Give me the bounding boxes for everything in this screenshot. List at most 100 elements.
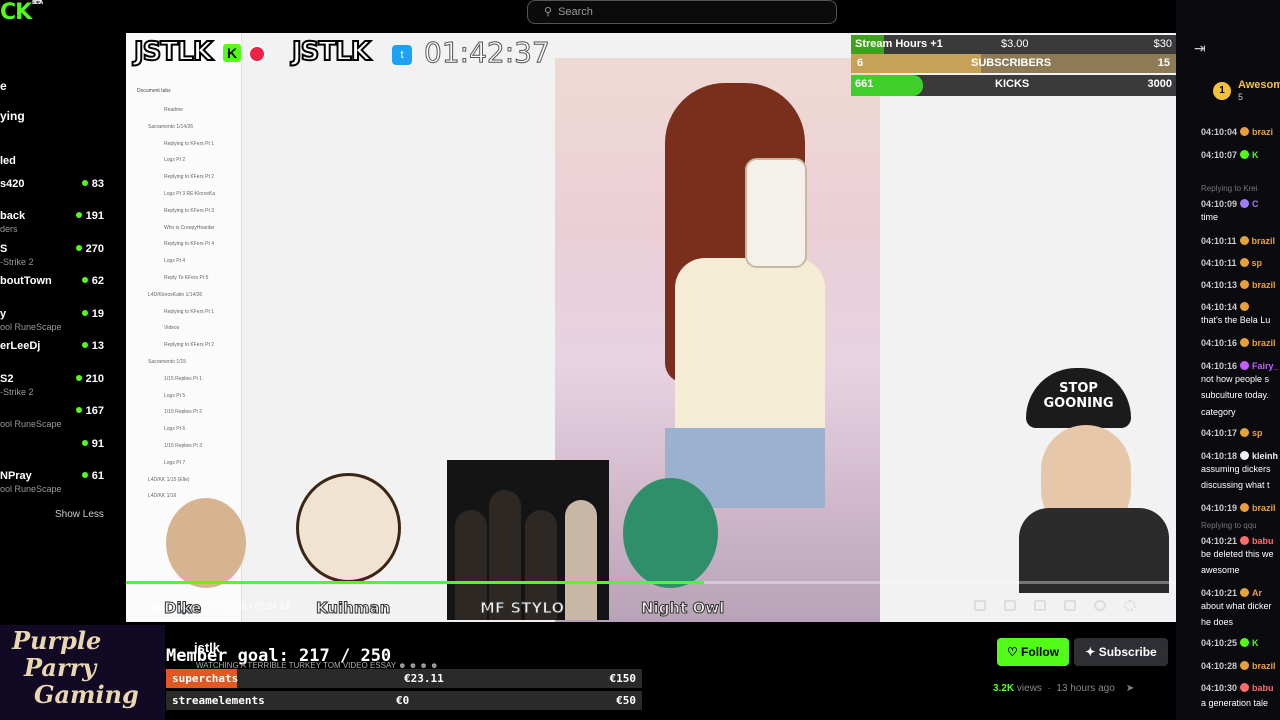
sidebar-section-label[interactable]: ying	[0, 109, 25, 123]
sidebar-channel[interactable]: S2 -Strike 2 210	[0, 373, 104, 407]
chat-username[interactable]: brazil	[1252, 236, 1276, 246]
chat-badge-icon	[1240, 280, 1250, 289]
leaderboard-name[interactable]: Awesom	[1238, 79, 1280, 91]
chat-username[interactable]: C	[1252, 199, 1259, 209]
sidebar-channel[interactable]: 91	[0, 438, 104, 472]
live-dot-icon	[75, 245, 82, 251]
sidebar-channel[interactable]: back ders 191	[0, 210, 104, 244]
chat-message[interactable]: 04:10:21 babu be deleted this we	[1201, 535, 1274, 561]
chat-message[interactable]: 04:10:21 Ar about what dicker	[1201, 587, 1272, 613]
doc-outline-item: Logs Pt 5	[164, 392, 186, 399]
search-input[interactable]: ⚲ Search	[527, 0, 837, 24]
chat-timestamp: 04:10:04	[1201, 127, 1238, 137]
chat-text: be deleted this we	[1201, 549, 1274, 559]
chat-message[interactable]: 04:10:09 Ctime	[1201, 198, 1259, 224]
cohost-avatar	[296, 473, 401, 583]
collapse-chat-icon[interactable]: ⇥	[1194, 40, 1206, 57]
chat-reply-context: Replying to qqu	[1201, 521, 1257, 530]
chat-username[interactable]: K	[1252, 150, 1259, 160]
chat-timestamp: 04:10:21	[1201, 536, 1238, 546]
doc-outline-item: Replying to KFers Pt 1	[164, 140, 215, 147]
chat-timestamp: 04:10:16	[1201, 338, 1238, 348]
chat-username[interactable]: babu	[1252, 683, 1274, 693]
streamelements-bar: streamelements €0 €50	[166, 691, 642, 710]
chat-badge-icon	[1240, 588, 1250, 597]
subscribe-button[interactable]: ✦ Subscribe	[1074, 638, 1168, 666]
chat-message[interactable]: 04:10:19 brazil	[1201, 502, 1276, 515]
sidebar-section-label: e	[0, 79, 7, 93]
share-icon[interactable]: ➤	[1126, 683, 1134, 694]
video-player[interactable]: Document tabs Readme Sacramento 1/14/26 Re…	[126, 33, 1176, 622]
show-less-button[interactable]: Show Less	[55, 509, 104, 520]
play-icon[interactable]: ▶	[152, 601, 161, 615]
follow-button[interactable]: ♡ Follow	[997, 638, 1069, 666]
settings-icon[interactable]	[1124, 600, 1136, 611]
sidebar-channel[interactable]: NPray ool RuneScape 61	[0, 470, 104, 504]
group-photo	[447, 460, 609, 620]
chat-message[interactable]: 04:10:13 brazil	[1201, 279, 1276, 292]
chat-message[interactable]: 04:10:28 brazil	[1201, 660, 1276, 673]
theater-icon[interactable]	[1034, 600, 1046, 611]
chat-message[interactable]: 04:10:18 kleinh assuming dickers	[1201, 450, 1278, 476]
chat-message[interactable]: 04:10:30 babu	[1201, 682, 1274, 695]
doc-outline-item: Logs Pt 3 RE:KloroxKa	[164, 191, 216, 197]
chat-username[interactable]: sp	[1252, 428, 1263, 438]
live-dot-icon	[81, 440, 88, 446]
live-dot-icon	[81, 472, 88, 478]
chat-badge-icon	[1240, 338, 1250, 347]
chat-badge-icon	[1239, 258, 1249, 267]
cohost-label: Night Owl	[640, 599, 725, 618]
chat-badge-icon	[1240, 302, 1250, 311]
sidebar-channel[interactable]: y ool RuneScape 19	[0, 308, 104, 342]
chat-message[interactable]: 04:10:11 sp	[1201, 257, 1262, 270]
video-progress-bar[interactable]	[126, 581, 1176, 584]
chat-message[interactable]: 04:10:14 that's the Bela Lu	[1201, 301, 1270, 327]
live-dot-icon	[75, 375, 82, 381]
chat-message[interactable]: 04:10:16 brazil	[1201, 337, 1276, 350]
doc-outline-item: Sacramento 1/15	[148, 359, 187, 365]
chat-message[interactable]: 04:10:07 K	[1201, 149, 1259, 162]
chat-username[interactable]: sp	[1252, 258, 1263, 268]
chat-username[interactable]: brazil	[1252, 338, 1276, 348]
chat-username[interactable]: brazil	[1252, 503, 1276, 513]
chat-timestamp: 04:10:18	[1201, 451, 1238, 461]
sidebar-channel[interactable]: S -Strike 2 270	[0, 243, 104, 277]
stop-sign-hat: STOP GOONING	[1026, 368, 1131, 428]
chat-message[interactable]: 04:10:16 Fairy_ not how people s	[1201, 360, 1279, 386]
chat-username[interactable]: kleinh	[1252, 451, 1278, 461]
chat-message[interactable]: 04:10:11 brazil	[1201, 235, 1275, 248]
chat-username[interactable]: babu	[1252, 536, 1274, 546]
chat-text: about what dicker	[1201, 601, 1272, 611]
chat-text: time	[1201, 212, 1219, 222]
doc-outline-item: L4D/KloroxKatie 1/14/26	[148, 291, 203, 298]
sidebar-channel[interactable]: boutTown 62	[0, 275, 104, 309]
chat-username[interactable]: brazil	[1252, 661, 1276, 671]
clip-icon[interactable]	[1004, 600, 1016, 611]
chat-text: discussing what t	[1201, 480, 1270, 490]
kick-logo[interactable]: CK BETA	[0, 0, 43, 25]
chat-message[interactable]: 04:10:17 sp	[1201, 427, 1263, 440]
chat-message[interactable]: 04:10:04 brazi	[1201, 126, 1273, 139]
doc-outline-item: Logs Pt 2	[164, 157, 186, 164]
overlay-title: JSTLK	[291, 36, 372, 68]
chat-badge-icon	[1240, 503, 1250, 512]
sidebar-channel[interactable]: erLeeDj 13	[0, 340, 104, 374]
chat-timestamp: 04:10:09	[1201, 199, 1238, 209]
chat-username[interactable]: K	[1252, 638, 1259, 648]
cohost-label: Dike	[163, 599, 202, 618]
chat-timestamp: 04:10:11	[1201, 258, 1237, 268]
pip-icon[interactable]	[974, 600, 986, 611]
chat-username[interactable]: brazil	[1252, 280, 1276, 290]
twitter-icon: t	[392, 45, 412, 65]
chat-badge-icon	[1240, 536, 1250, 545]
chat-username[interactable]: brazi	[1252, 127, 1273, 137]
quality-icon[interactable]	[1094, 600, 1106, 611]
sidebar-channel[interactable]: ool RuneScape 167	[0, 405, 104, 439]
sidebar-channel[interactable]: s420 83	[0, 178, 104, 212]
heart-icon: ♡	[1006, 645, 1018, 659]
fullscreen-icon[interactable]	[1064, 600, 1076, 611]
kicks-goal: 661 KICKS 3000	[851, 75, 1176, 96]
chat-username[interactable]: Fairy_	[1252, 361, 1279, 371]
chat-message[interactable]: 04:10:25 K	[1201, 637, 1259, 650]
chat-username[interactable]: Ar	[1252, 588, 1262, 598]
